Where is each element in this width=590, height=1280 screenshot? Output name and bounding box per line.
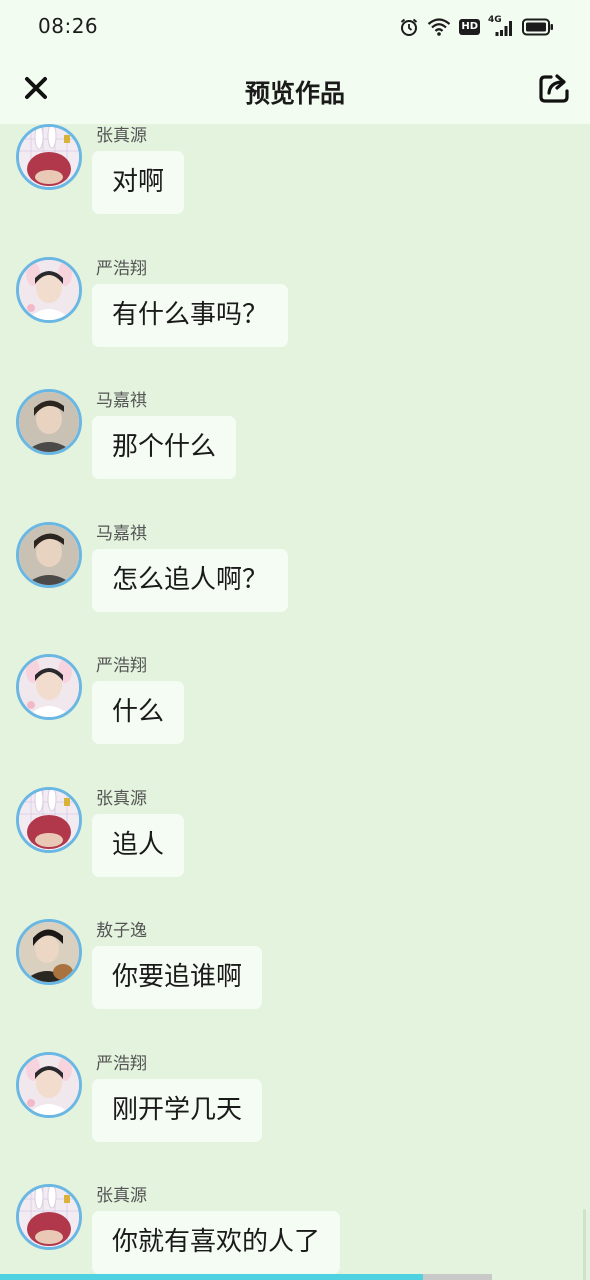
sender-name: 马嘉祺 [96, 523, 147, 544]
avatar[interactable] [16, 1051, 82, 1118]
playback-progress-bar[interactable] [0, 1274, 492, 1280]
avatar[interactable] [16, 124, 82, 190]
message-bubble[interactable]: 追人 [92, 813, 185, 877]
page-title: 预览作品 [244, 79, 345, 108]
avatar[interactable] [16, 1184, 82, 1250]
chat-message[interactable]: 敖子逸你要追谁啊 [0, 919, 590, 1019]
chat-message[interactable]: 马嘉祺怎么追人啊？ [0, 521, 590, 622]
avatar[interactable] [16, 786, 82, 853]
status-time: 08:26 [38, 14, 99, 38]
chat-message[interactable]: 张真源你就有喜欢的人了 [0, 1184, 590, 1280]
chat-message[interactable]: 严浩翔有什么事吗？ [0, 256, 590, 357]
sender-name: 张真源 [96, 788, 147, 809]
vertical-scrollbar[interactable] [583, 1209, 586, 1280]
chat-message[interactable]: 张真源对啊 [0, 124, 590, 224]
chat-message[interactable]: 张真源追人 [0, 786, 590, 887]
sender-name: 张真源 [96, 126, 147, 146]
message-bubble[interactable]: 对啊 [92, 151, 185, 214]
sender-name: 严浩翔 [96, 656, 147, 676]
share-icon [539, 74, 569, 103]
message-bubble[interactable]: 刚开学几天 [92, 1078, 263, 1142]
wifi-icon [427, 17, 451, 37]
sender-name: 张真源 [96, 1186, 147, 1206]
playback-progress-fill [0, 1274, 424, 1280]
sender-name: 敖子逸 [96, 921, 147, 941]
alarm-icon [399, 17, 419, 37]
chat-message[interactable]: 严浩翔刚开学几天 [0, 1051, 590, 1152]
title-bar: 预览作品 [0, 54, 590, 124]
status-bar: 08:26 HD 4G [0, 0, 590, 54]
chat-list[interactable]: 张真源 对啊 严浩翔 有什么事吗？ 马嘉祺 那个什么 马嘉祺 怎么追人啊？ 严浩翔 什么 [0, 124, 590, 1280]
message-bubble[interactable]: 怎么追人啊？ [92, 548, 289, 612]
message-bubble[interactable]: 什么 [92, 681, 185, 744]
message-bubble[interactable]: 你要追谁啊 [92, 946, 263, 1009]
hd-badge-label: HD [461, 21, 478, 32]
message-bubble[interactable]: 有什么事吗？ [92, 283, 289, 347]
battery-icon [522, 18, 554, 36]
avatar[interactable] [16, 919, 82, 985]
message-bubble[interactable]: 那个什么 [92, 416, 237, 479]
sender-name: 严浩翔 [96, 1053, 147, 1074]
avatar[interactable] [16, 389, 82, 455]
chat-message[interactable]: 严浩翔什么 [0, 654, 590, 754]
status-icons: HD 4G [399, 14, 554, 40]
sender-name: 严浩翔 [96, 258, 147, 279]
share-button[interactable] [536, 70, 572, 106]
avatar[interactable] [16, 521, 82, 588]
hd-badge-icon: HD [459, 19, 480, 35]
avatar[interactable] [16, 654, 82, 720]
message-bubble[interactable]: 你就有喜欢的人了 [92, 1211, 341, 1274]
avatar[interactable] [16, 256, 82, 323]
cellular-signal-icon: 4G [488, 15, 514, 37]
sender-name: 马嘉祺 [96, 391, 147, 411]
chat-message[interactable]: 马嘉祺那个什么 [0, 389, 590, 489]
